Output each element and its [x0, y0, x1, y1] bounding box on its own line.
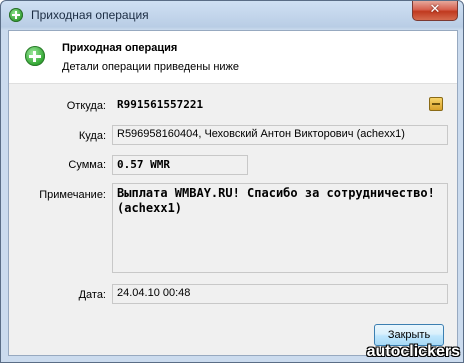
window-title: Приходная операция: [31, 8, 149, 22]
to-field: R596958160404, Чеховский Антон Викторови…: [112, 125, 448, 145]
dialog-header: Приходная операция Детали операции приве…: [9, 31, 457, 84]
note-field: Выплата WMBAY.RU! Спасибо за сотрудничес…: [112, 183, 448, 273]
watermark-text: autoclickers: [366, 343, 460, 360]
amount-field: 0.57 WMR: [112, 155, 248, 175]
plus-circle-icon: [9, 8, 23, 22]
note-label: Примечание:: [39, 189, 106, 201]
window-close-button[interactable]: ✕: [412, 1, 458, 21]
from-label: Откуда:: [66, 100, 106, 112]
wallet-icon[interactable]: [429, 97, 443, 111]
from-field: R991561557221: [112, 95, 272, 115]
date-field: 24.04.10 00:48: [112, 284, 448, 304]
plus-circle-icon: [25, 46, 45, 66]
dialog-content: Приходная операция Детали операции приве…: [8, 30, 458, 356]
header-subtitle: Детали операции приведены ниже: [62, 61, 240, 73]
to-label: Куда:: [78, 130, 106, 142]
title-bar[interactable]: Приходная операция ✕: [1, 1, 463, 30]
date-label: Дата:: [78, 289, 106, 301]
dialog-window: Приходная операция ✕ Приходная операция …: [0, 0, 464, 363]
amount-label: Сумма:: [68, 159, 106, 171]
header-title: Приходная операция: [62, 42, 178, 54]
